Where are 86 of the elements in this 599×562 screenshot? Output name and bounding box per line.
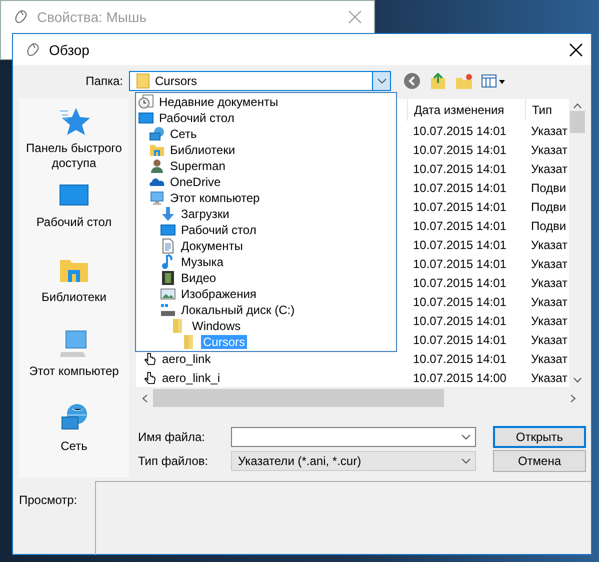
- type-cell-text: Указат: [530, 314, 569, 328]
- date-cell-text: 10.07.2015 14:01: [412, 124, 508, 138]
- caret-icon: [461, 456, 471, 466]
- dialog-title: Обзор: [49, 42, 90, 58]
- mouse-icon: [13, 9, 29, 25]
- preview-label: Просмотр:: [19, 492, 78, 509]
- type-cell-text: Указат: [530, 294, 569, 308]
- dialog-button[interactable]: Отмена: [493, 450, 586, 472]
- caret-icon: [376, 76, 386, 86]
- document-icon: [160, 238, 176, 254]
- view-grid-icon[interactable]: [481, 72, 506, 90]
- type-cell-text: Указат: [530, 276, 569, 290]
- type-cell-text: Указат: [530, 142, 569, 156]
- date-cell-text: 10.07.2015 14:01: [412, 276, 508, 290]
- places-item[interactable]: Рабочий стол: [21, 179, 127, 254]
- folder-tree-item[interactable]: Загрузки: [179, 207, 232, 221]
- computer-icon: [149, 190, 165, 206]
- folder-tree-item[interactable]: OneDrive: [168, 175, 223, 189]
- download-arrow-icon: [160, 206, 176, 222]
- date-cell-text: 10.07.2015 14:01: [412, 142, 508, 156]
- type-cell-text: Указат: [530, 370, 569, 384]
- folder-tree-item[interactable]: Сеть: [168, 127, 199, 141]
- folder-tree-item[interactable]: Изображения: [179, 287, 258, 301]
- type-cell-text: Указат: [530, 256, 569, 270]
- monitor-icon: [138, 110, 154, 126]
- up-folder-icon[interactable]: [429, 72, 447, 90]
- date-cell-text: 10.07.2015 14:00: [412, 370, 508, 384]
- close-icon[interactable]: [569, 42, 583, 56]
- scroll-thumb[interactable]: [153, 389, 444, 407]
- caret-icon: [461, 432, 471, 442]
- type-cell-text: Подви: [530, 200, 568, 214]
- drive-icon: [160, 302, 176, 318]
- places-item[interactable]: Этот компьютер: [21, 328, 127, 403]
- file-type-label: Тип файлов:: [137, 454, 210, 468]
- folder-tree-item[interactable]: Локальный диск (C:): [179, 303, 297, 317]
- date-cell-text: 10.07.2015 14:01: [412, 256, 508, 270]
- new-folder-icon[interactable]: [455, 72, 473, 90]
- file-name-label: Имя файла:: [137, 430, 206, 444]
- folder-dropdown[interactable]: Cursors: [129, 71, 391, 91]
- folder-tree-item[interactable]: Этот компьютер: [168, 191, 262, 205]
- places-item[interactable]: Сеть: [21, 402, 127, 478]
- type-cell-text: Подви: [530, 218, 568, 232]
- window-title: Свойства: Мышь: [37, 9, 148, 25]
- date-cell-text: 10.07.2015 14:01: [412, 218, 508, 232]
- folder-tree-item[interactable]: Рабочий стол: [157, 111, 236, 125]
- column-header[interactable]: Дата изменения: [407, 99, 525, 121]
- hand-cursor-icon: [144, 370, 156, 384]
- type-cell-text: Подви: [530, 180, 568, 194]
- mouse-icon: [25, 42, 41, 58]
- date-cell-text: 10.07.2015 14:01: [412, 352, 508, 366]
- date-cell-text: 10.07.2015 14:01: [412, 332, 508, 346]
- user-icon: [149, 158, 165, 174]
- type-cell-text: Указат: [530, 162, 569, 176]
- date-cell-text: 10.07.2015 14:01: [412, 314, 508, 328]
- network-icon: [149, 126, 165, 142]
- date-cell-text: 10.07.2015 14:01: [412, 294, 508, 308]
- folder-tree-item[interactable]: Windows: [190, 319, 243, 333]
- monitor-icon: [160, 222, 176, 238]
- file-name[interactable]: aero_link: [162, 352, 211, 366]
- file-type-dropdown[interactable]: Указатели (*.ani, *.cur): [231, 451, 476, 471]
- date-cell-text: 10.07.2015 14:01: [412, 162, 508, 176]
- folder-tree-item[interactable]: Superman: [168, 159, 228, 173]
- type-cell-text: Указат: [530, 238, 569, 252]
- film-icon: [160, 270, 176, 286]
- scroll-thumb[interactable]: [570, 111, 585, 133]
- folder-tree-item[interactable]: Рабочий стол: [179, 223, 258, 237]
- type-cell-text: Указат: [530, 332, 569, 346]
- folder-label: Папка:: [84, 74, 124, 88]
- folder-tree-item[interactable]: Недавние документы: [157, 95, 280, 109]
- library-folder-icon: [149, 142, 165, 158]
- type-cell-text: Указат: [530, 352, 569, 366]
- type-cell-text: Указат: [530, 124, 569, 138]
- places-item[interactable]: Библиотеки: [21, 254, 127, 328]
- file-name-field[interactable]: [231, 427, 476, 447]
- date-cell-text: 10.07.2015 14:01: [412, 238, 508, 252]
- dialog-button[interactable]: Открыть: [493, 426, 586, 448]
- file-name[interactable]: aero_link_i: [162, 370, 220, 384]
- folder-tree-item[interactable]: Музыка: [179, 255, 226, 269]
- picture-icon: [160, 286, 176, 302]
- places-item[interactable]: Панель быстрого доступа: [21, 105, 127, 180]
- folder-tree-item[interactable]: Библиотеки: [168, 143, 238, 157]
- date-cell-text: 10.07.2015 14:01: [412, 200, 508, 214]
- date-cell-text: 10.07.2015 14:01: [412, 180, 508, 194]
- folder-icon: [136, 73, 150, 89]
- folder-tree-item[interactable]: Видео: [179, 271, 218, 285]
- folder-tree-item[interactable]: Документы: [179, 239, 245, 253]
